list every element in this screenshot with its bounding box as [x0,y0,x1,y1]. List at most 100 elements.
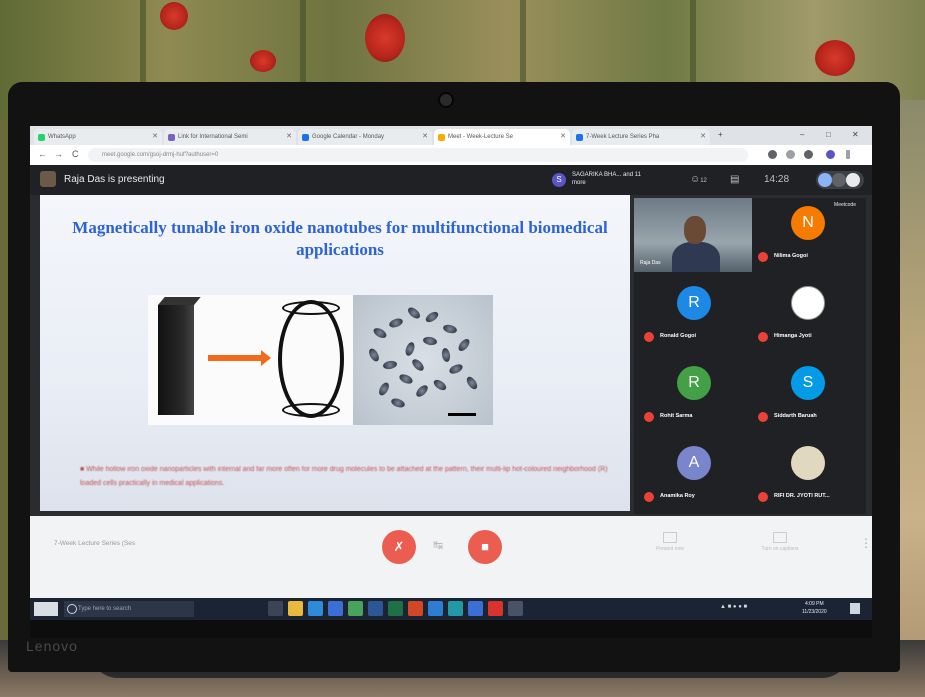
star-icon[interactable] [786,150,795,159]
nanotube-figure [148,295,493,425]
taskbar-search-input[interactable]: Type here to search [64,601,194,617]
browser-tab[interactable]: WhatsApp ✕ [34,129,162,145]
presentation-slide: Magnetically tunable iron oxide nanotube… [40,195,630,511]
participant-name: RIFI DR. JYOTI RUT... [774,493,830,499]
browser-tab-active[interactable]: Meet - Week-Lecture Se ✕ [434,129,570,145]
maximize-button[interactable]: □ [826,126,831,144]
app-icon[interactable] [448,601,463,616]
present-now-button[interactable]: Present now [640,532,700,552]
close-icon[interactable]: ✕ [152,129,158,145]
process-arrow-icon [208,350,271,366]
participant-tile[interactable]: R Ronald Gogoi [638,278,750,352]
tab-favicon [576,134,583,141]
close-icon[interactable]: ✕ [700,129,706,145]
participants-panel: Raja Das Meetcode N Nilima Gogoi R Ronal… [634,198,866,514]
participant-tile[interactable]: RIFI DR. JYOTI RUT... [752,438,864,512]
menu-icon[interactable] [846,150,850,159]
participant-tile[interactable]: R Rohit Sarma [638,358,750,432]
explorer-icon[interactable] [288,601,303,616]
participant-tile[interactable]: N Nilima Gogoi [752,198,864,272]
chrome-icon[interactable] [348,601,363,616]
slide-body-text: ■ While hollow iron oxide nanoparticles … [80,466,608,487]
back-button[interactable]: ← [38,149,47,159]
laptop-screen: WhatsApp ✕ Link for International Semi ✕ G… [30,126,872,638]
people-count: 12 [700,178,707,184]
people-icon[interactable]: ☺12 [690,174,707,185]
store-icon[interactable] [328,601,343,616]
red-flower [365,14,405,62]
new-tab-button[interactable]: + [718,126,723,144]
acrobat-icon[interactable] [488,601,503,616]
mic-off-icon [644,412,654,422]
taskbar-clock[interactable]: 4:09 PM 11/23/2020 [802,600,827,616]
self-view-tiles[interactable] [816,171,864,189]
close-window-button[interactable]: ✕ [852,126,859,144]
search-icon [67,604,77,614]
start-button[interactable] [34,602,58,616]
address-bar-row: ← → C meet.google.com/gsoj-drmj-huf?auth… [30,145,872,166]
scale-bar [448,413,476,416]
powerpoint-icon[interactable] [408,601,423,616]
template-block [158,305,194,415]
whatsapp-icon [38,134,45,141]
url-input[interactable]: meet.google.com/gsoj-drmj-huf?authuser=0 [88,148,748,162]
notification-icon[interactable] [850,603,860,614]
app-icon[interactable] [508,601,523,616]
task-view-icon[interactable] [268,601,283,616]
nanotube-ring [282,301,340,315]
reload-button[interactable]: C [72,149,79,159]
participant-name: Himanga Jyoti [774,333,812,339]
close-icon[interactable]: ✕ [286,129,292,145]
word-icon[interactable] [368,601,383,616]
avatar: N [791,206,825,240]
hang-up-icon[interactable]: ↹ [433,538,443,552]
participant-video-tile[interactable]: Raja Das [634,198,752,272]
presenter-avatar [40,171,56,187]
app-icon[interactable] [468,601,483,616]
avatar: A [677,446,711,480]
extension-icon[interactable] [804,150,813,159]
browser-tab[interactable]: 7-Week Lecture Series Pha ✕ [572,129,710,145]
close-icon[interactable]: ✕ [560,129,566,145]
calendar-icon [302,134,309,141]
participant-tile[interactable]: Himanga Jyoti [752,278,864,352]
avatar: S [791,366,825,400]
avatar [846,173,860,187]
browser-tab[interactable]: Google Calendar - Monday ✕ [298,129,432,145]
avatar [832,173,846,187]
mic-off-icon [644,332,654,342]
chat-icon[interactable]: ▤ [730,174,739,185]
profile-avatar[interactable] [826,150,835,159]
mic-off-icon: ✗ [393,539,405,554]
camera-toggle-button[interactable]: ■ [468,530,502,564]
more-options-icon[interactable]: ⋮ [860,536,872,550]
camera-permission-icon[interactable] [768,150,777,159]
participant-name: Ronald Gogoi [660,333,697,339]
meet-top-bar: Raja Das is presenting S SAGARIKA BHA...… [30,165,872,195]
avatar [791,446,825,480]
minimize-button[interactable]: – [800,126,804,144]
close-icon[interactable]: ✕ [422,129,428,145]
camera-off-icon: ■ [481,539,489,554]
avatar [791,286,825,320]
red-flower [815,40,855,76]
participant-tile[interactable]: A Anamika Roy [638,438,750,512]
screen-bezel [30,620,872,638]
attendee-avatar: S [552,173,566,187]
system-tray-icons[interactable]: ▲ ■ ● ● ■ [720,604,747,610]
avatar: R [677,286,711,320]
app-icon[interactable] [428,601,443,616]
mic-off-icon [758,412,768,422]
excel-icon[interactable] [388,601,403,616]
forward-button[interactable]: → [54,149,63,159]
captions-button[interactable]: Turn on captions [750,532,810,552]
mic-off-icon [758,332,768,342]
participant-name: Rohit Sarma [660,413,693,419]
participant-name: Siddarth Baruah [774,413,817,419]
edge-icon[interactable] [308,601,323,616]
participant-name: Nilima Gogoi [774,253,808,259]
participant-tile[interactable]: S Siddarth Baruah [752,358,864,432]
webcam [438,92,454,108]
browser-tab[interactable]: Link for International Semi ✕ [164,129,296,145]
mic-toggle-button[interactable]: ✗ [382,530,416,564]
